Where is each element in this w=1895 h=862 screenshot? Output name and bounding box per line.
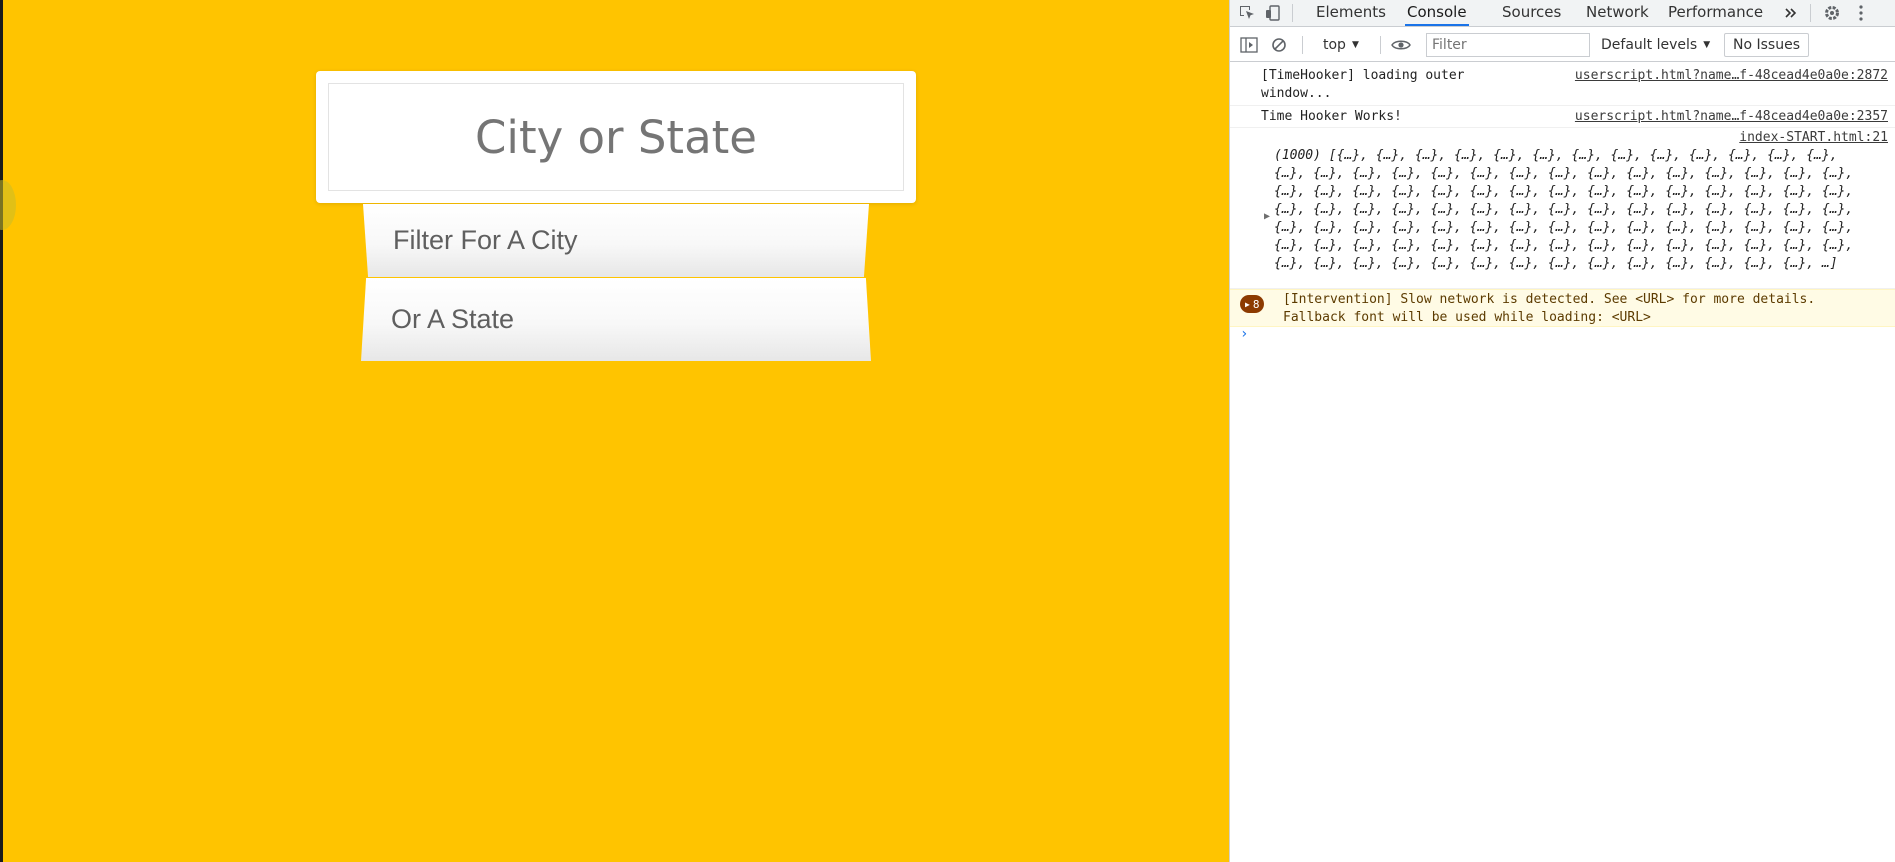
suggestion-item[interactable]: Filter For A City: [363, 204, 869, 277]
tab-elements[interactable]: Elements: [1314, 0, 1388, 26]
gear-icon[interactable]: [1819, 0, 1845, 26]
devtools-panel: Elements Console Sources Network Perform…: [1229, 0, 1895, 862]
sidebar-toggle-icon[interactable]: [1236, 32, 1262, 58]
message-source-link[interactable]: index-START.html:21: [1739, 129, 1888, 147]
caret-down-icon: ▼: [1703, 40, 1711, 50]
divider: [1292, 4, 1293, 22]
context-selector[interactable]: top ▼: [1317, 33, 1365, 57]
issues-button[interactable]: No Issues: [1724, 33, 1809, 57]
console-output: [TimeHooker] loading outer window... use…: [1230, 63, 1895, 862]
double-chevron-icon[interactable]: [1778, 0, 1804, 26]
log-levels-label: Default levels: [1601, 37, 1698, 53]
tab-performance[interactable]: Performance: [1666, 0, 1765, 26]
caret-down-icon: ▼: [1351, 40, 1359, 50]
console-message: [TimeHooker] loading outer window... use…: [1230, 63, 1895, 106]
warning-count-badge[interactable]: ▶ 8: [1240, 295, 1265, 313]
device-toolbar-icon[interactable]: [1260, 0, 1286, 26]
array-preview[interactable]: (1000) [{…}, {…}, {…}, {…}, {…}, {…}, {……: [1274, 147, 1853, 273]
message-source-link[interactable]: userscript.html?name…f-48cead4e0a0e:2357: [1575, 108, 1888, 126]
suggestion-label: Or A State: [391, 304, 515, 334]
page-viewport: Filter For A City Or A State: [0, 0, 1229, 862]
window-edge: [0, 0, 3, 862]
expand-triangle-icon: ▶: [1245, 299, 1250, 309]
console-message: index-START.html:21 ▶ (1000) [{…}, {…}, …: [1230, 128, 1895, 289]
expand-triangle-icon[interactable]: ▶: [1264, 211, 1270, 222]
console-toolbar: top ▼ Default levels ▼ No Issues: [1230, 28, 1895, 62]
search-form: [316, 71, 916, 203]
devtools-tabbar: Elements Console Sources Network Perform…: [1230, 0, 1895, 27]
message-text: [TimeHooker] loading outer window...: [1261, 68, 1465, 101]
console-message: Time Hooker Works! userscript.html?name……: [1230, 106, 1895, 128]
divider: [1380, 36, 1381, 54]
clear-console-icon[interactable]: [1266, 32, 1292, 58]
console-warning: ▶ 8 [Intervention] Slow network is detec…: [1230, 289, 1895, 327]
log-levels-dropdown[interactable]: Default levels ▼: [1601, 33, 1710, 57]
issues-label: No Issues: [1733, 37, 1800, 53]
divider: [1810, 4, 1811, 22]
kebab-menu-icon[interactable]: [1848, 0, 1874, 26]
search-input[interactable]: [328, 83, 904, 191]
message-text: Time Hooker Works!: [1261, 109, 1402, 124]
warning-count: 8: [1252, 297, 1260, 311]
message-source-link[interactable]: userscript.html?name…f-48cead4e0a0e:2872: [1575, 67, 1888, 85]
live-expression-eye-icon[interactable]: [1388, 32, 1414, 58]
suggestion-item[interactable]: Or A State: [361, 278, 871, 361]
cursor-highlight: [0, 180, 16, 230]
context-label: top: [1323, 37, 1346, 53]
tab-console[interactable]: Console: [1405, 0, 1469, 26]
warning-text: [Intervention] Slow network is detected.…: [1283, 292, 1816, 325]
divider: [1302, 36, 1303, 54]
suggestion-label: Filter For A City: [393, 225, 578, 255]
console-filter-input[interactable]: [1426, 33, 1590, 57]
console-prompt[interactable]: ›: [1240, 326, 1248, 342]
tab-network[interactable]: Network: [1584, 0, 1651, 26]
tab-sources[interactable]: Sources: [1500, 0, 1563, 26]
inspect-element-icon[interactable]: [1234, 0, 1260, 26]
